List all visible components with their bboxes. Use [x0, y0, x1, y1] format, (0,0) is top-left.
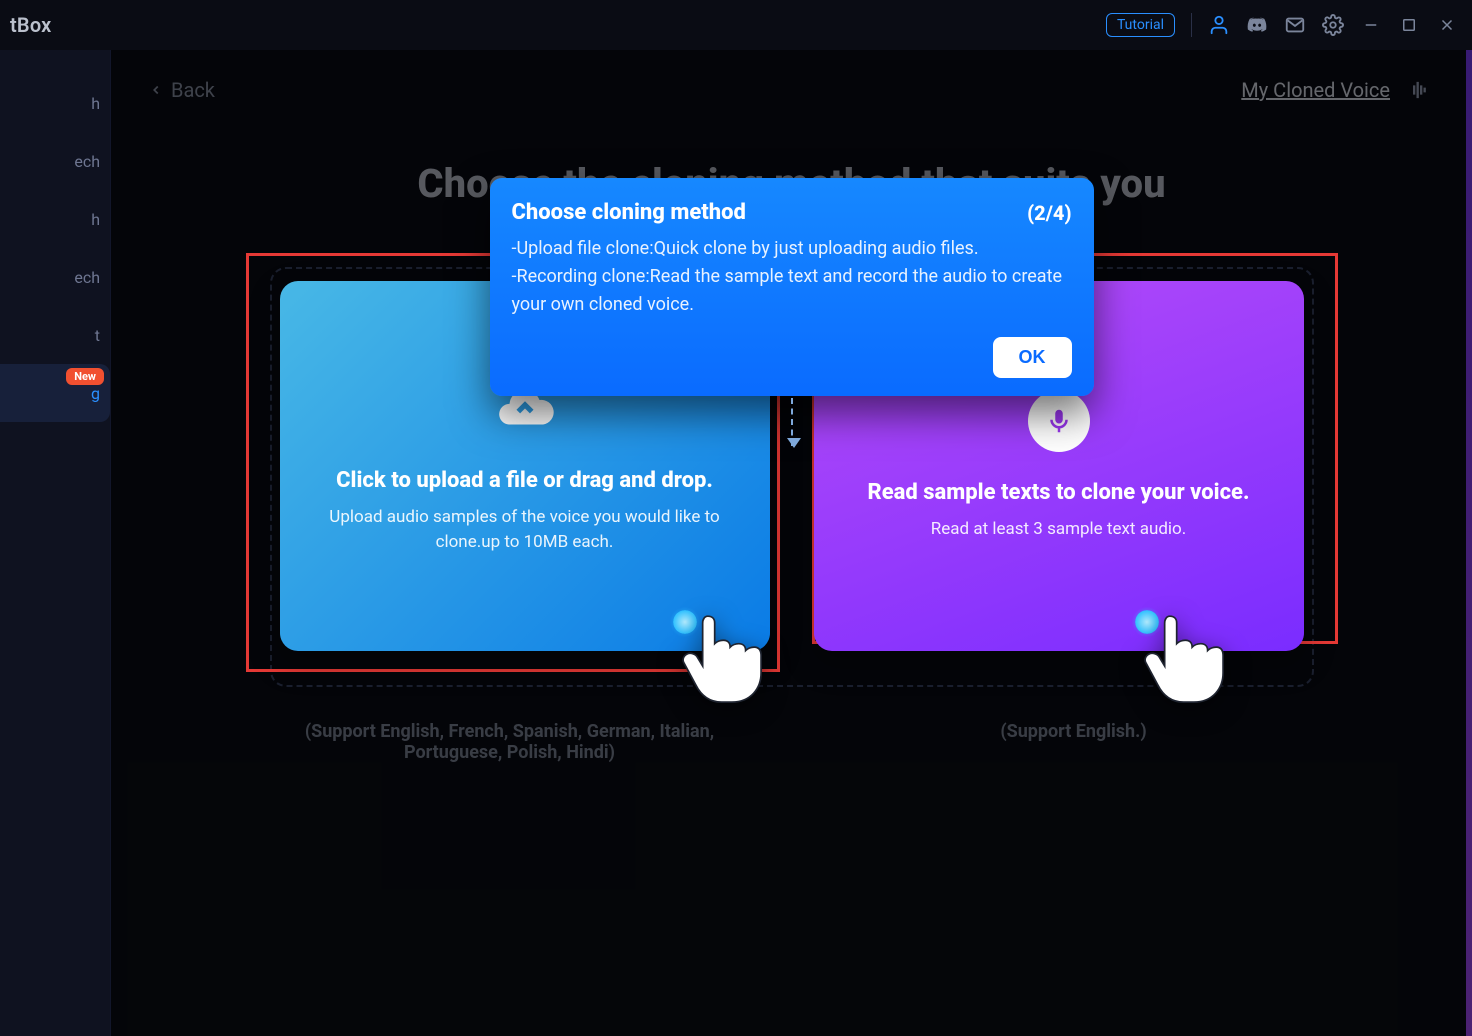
- sidebar-item-label: ech: [74, 152, 100, 171]
- window-close[interactable]: [1436, 14, 1458, 36]
- sidebar-item-1[interactable]: ech: [0, 132, 110, 190]
- pointer-cursor-icon: [670, 599, 780, 713]
- window-minimize[interactable]: [1360, 14, 1382, 36]
- microphone-icon: [1028, 390, 1090, 452]
- app-body: h ech h ech t New g Back: [0, 50, 1472, 1036]
- popover-ok-button[interactable]: OK: [993, 337, 1072, 378]
- popover-header: Choose cloning method (2/4): [512, 200, 1072, 225]
- sidebar-item-0[interactable]: h: [0, 74, 110, 132]
- mail-icon[interactable]: [1284, 14, 1306, 36]
- sidebar-item-label: t: [95, 326, 100, 345]
- badge-new: New: [66, 368, 104, 385]
- pointer-cursor-icon: [1132, 599, 1242, 713]
- sidebar-item-label: h: [91, 94, 100, 113]
- popover-actions: OK: [512, 337, 1072, 378]
- titlebar: tBox Tutorial: [0, 0, 1472, 50]
- popover-line: -Recording clone:Read the sample text an…: [512, 263, 1072, 319]
- popover-body: -Upload file clone:Quick clone by just u…: [512, 235, 1072, 319]
- sidebar-item-4[interactable]: t: [0, 306, 110, 364]
- sidebar-item-3[interactable]: ech: [0, 248, 110, 306]
- sidebar-item-5[interactable]: New g: [0, 364, 110, 422]
- upload-card-subtitle: Upload audio samples of the voice you wo…: [304, 505, 746, 554]
- app-viewport: tBox Tutorial: [0, 0, 1472, 1036]
- settings-icon[interactable]: [1322, 14, 1344, 36]
- app-title: tBox: [0, 13, 51, 37]
- tutorial-popover: Choose cloning method (2/4) -Upload file…: [490, 178, 1094, 396]
- titlebar-actions: Tutorial: [1106, 13, 1458, 37]
- popover-title: Choose cloning method: [512, 200, 746, 225]
- popover-connector: [791, 398, 793, 446]
- content: Back My Cloned Voice Choose the cloning …: [111, 50, 1472, 1036]
- upload-card-title: Click to upload a file or drag and drop.: [336, 468, 713, 493]
- window-maximize[interactable]: [1398, 14, 1420, 36]
- sidebar: h ech h ech t New g: [0, 50, 111, 1036]
- sidebar-item-2[interactable]: h: [0, 190, 110, 248]
- sidebar-item-label: ech: [74, 268, 100, 287]
- popover-line: -Upload file clone:Quick clone by just u…: [512, 235, 1072, 263]
- divider: [1191, 13, 1192, 37]
- discord-icon[interactable]: [1246, 14, 1268, 36]
- record-card-subtitle: Read at least 3 sample text audio.: [931, 517, 1186, 542]
- record-card-title: Read sample texts to clone your voice.: [868, 480, 1250, 505]
- sidebar-item-label: g: [91, 384, 100, 403]
- tutorial-button[interactable]: Tutorial: [1106, 13, 1175, 37]
- account-icon[interactable]: [1208, 14, 1230, 36]
- sidebar-item-label: h: [91, 210, 100, 229]
- popover-step: (2/4): [1027, 201, 1071, 225]
